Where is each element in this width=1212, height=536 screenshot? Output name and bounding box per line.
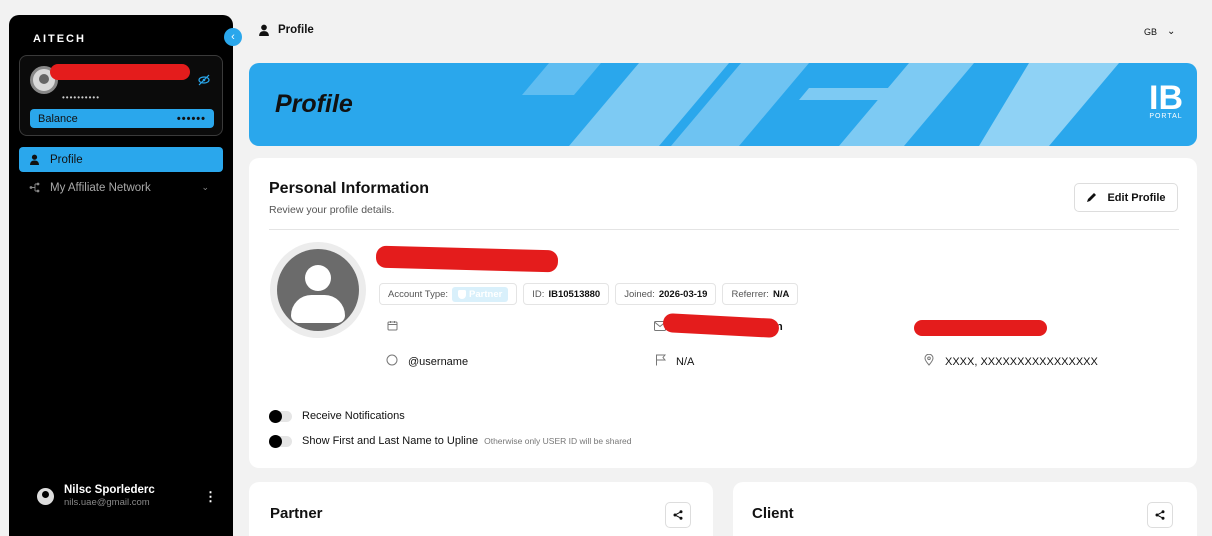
chevron-down-icon: ⌄ <box>201 182 209 192</box>
banner-title: Profile <box>275 90 353 118</box>
user-id-masked: •••••••••• <box>62 93 101 102</box>
show-name-upline-toggle[interactable] <box>269 434 292 448</box>
personal-information-card: Personal Information Review your profile… <box>249 158 1197 468</box>
calendar-icon <box>386 320 398 334</box>
partner-card-title: Partner <box>270 505 323 522</box>
redacted-full-name <box>375 245 559 273</box>
more-vertical-icon[interactable]: ⋮ <box>204 489 217 505</box>
banner-stripes <box>522 63 1119 146</box>
share-button[interactable] <box>1147 502 1173 528</box>
sidebar-footer-user: Nilsc Sporlederc nils.uae@gmail.com <box>37 484 155 508</box>
chat-bubble-icon <box>386 354 398 369</box>
toggle-label: Show First and Last Name to Upline <box>302 435 479 447</box>
eye-off-icon[interactable] <box>198 74 210 89</box>
redacted-email <box>662 312 780 339</box>
balance-value: •••••• <box>176 112 206 125</box>
network-icon <box>29 182 40 193</box>
share-icon <box>673 510 683 520</box>
user-icon <box>259 24 269 36</box>
show-name-toggle-row: Show First and Last Name to Upline Other… <box>269 434 632 448</box>
sidebar: AITECH •••••••••• Balance •••••• Profile… <box>9 15 233 536</box>
referrer-chip: Referrer: N/A <box>722 283 799 305</box>
toggle-label: Receive Notifications <box>302 410 405 422</box>
receive-notifications-toggle[interactable] <box>269 409 292 423</box>
profile-banner: Profile IB PORTAL <box>249 63 1197 146</box>
avatar <box>37 487 54 505</box>
account-type-chip: Account Type: Partner <box>379 283 518 305</box>
client-card-title: Client <box>752 505 794 522</box>
sidebar-item-label: My Affiliate Network <box>50 181 151 194</box>
share-button[interactable] <box>665 502 691 528</box>
redacted-phone <box>914 320 1047 336</box>
sidebar-item-affiliate-network[interactable]: My Affiliate Network ⌄ <box>19 175 223 200</box>
balance-label: Balance <box>38 112 78 125</box>
username-field: @username <box>386 354 468 369</box>
client-card: Client <box>733 482 1197 536</box>
chevron-down-icon: ⌄ <box>1167 26 1176 37</box>
notifications-toggle-row: Receive Notifications <box>269 409 405 423</box>
country-field: N/A <box>654 354 694 369</box>
partner-badge: Partner <box>452 286 509 302</box>
id-chip: ID: IB10513880 <box>523 283 610 305</box>
sidebar-item-label: Profile <box>50 153 83 166</box>
address-value: XXXX, XXXXXXXXXXXXXXXX <box>945 355 1098 368</box>
app-logo: AITECH <box>33 33 86 45</box>
joined-chip: Joined: 2026-03-19 <box>615 283 717 305</box>
sidebar-item-profile[interactable]: Profile <box>19 147 223 172</box>
sidebar-collapse-button[interactable]: ‹ <box>224 28 242 46</box>
app-root: AITECH •••••••••• Balance •••••• Profile… <box>0 0 1212 536</box>
account-chips: Account Type: Partner ID: IB10513880 Join… <box>379 283 799 305</box>
footer-user-email: nils.uae@gmail.com <box>64 497 150 508</box>
country-value: N/A <box>676 355 695 368</box>
redacted-user-name <box>50 64 190 80</box>
page-title: Profile <box>258 24 314 36</box>
edit-profile-button[interactable]: Edit Profile <box>1074 183 1178 212</box>
ib-portal-logo: IB PORTAL <box>1149 79 1183 120</box>
location-pin-icon <box>923 353 935 369</box>
language-code: GB <box>1144 26 1158 37</box>
section-title: Personal Information <box>269 180 430 197</box>
profile-avatar <box>270 242 366 338</box>
address-field: XXXX, XXXXXXXXXXXXXXXX <box>923 353 1098 369</box>
user-icon <box>30 154 39 165</box>
share-icon <box>1155 510 1165 520</box>
user-card: •••••••••• Balance •••••• <box>19 55 223 136</box>
shield-icon <box>458 289 467 299</box>
partner-card: Partner <box>249 482 713 536</box>
divider <box>269 229 1179 230</box>
language-selector[interactable]: GB ⌄ <box>1144 26 1175 37</box>
username-value: @username <box>408 355 469 368</box>
pencil-icon <box>1087 193 1097 202</box>
section-subtitle: Review your profile details. <box>269 204 395 216</box>
toggle-note: Otherwise only USER ID will be shared <box>484 436 632 446</box>
flag-icon <box>654 354 666 369</box>
birthdate-field <box>386 320 398 334</box>
footer-user-name: Nilsc Sporlederc <box>64 484 155 496</box>
balance-bar[interactable]: Balance •••••• <box>30 109 214 128</box>
